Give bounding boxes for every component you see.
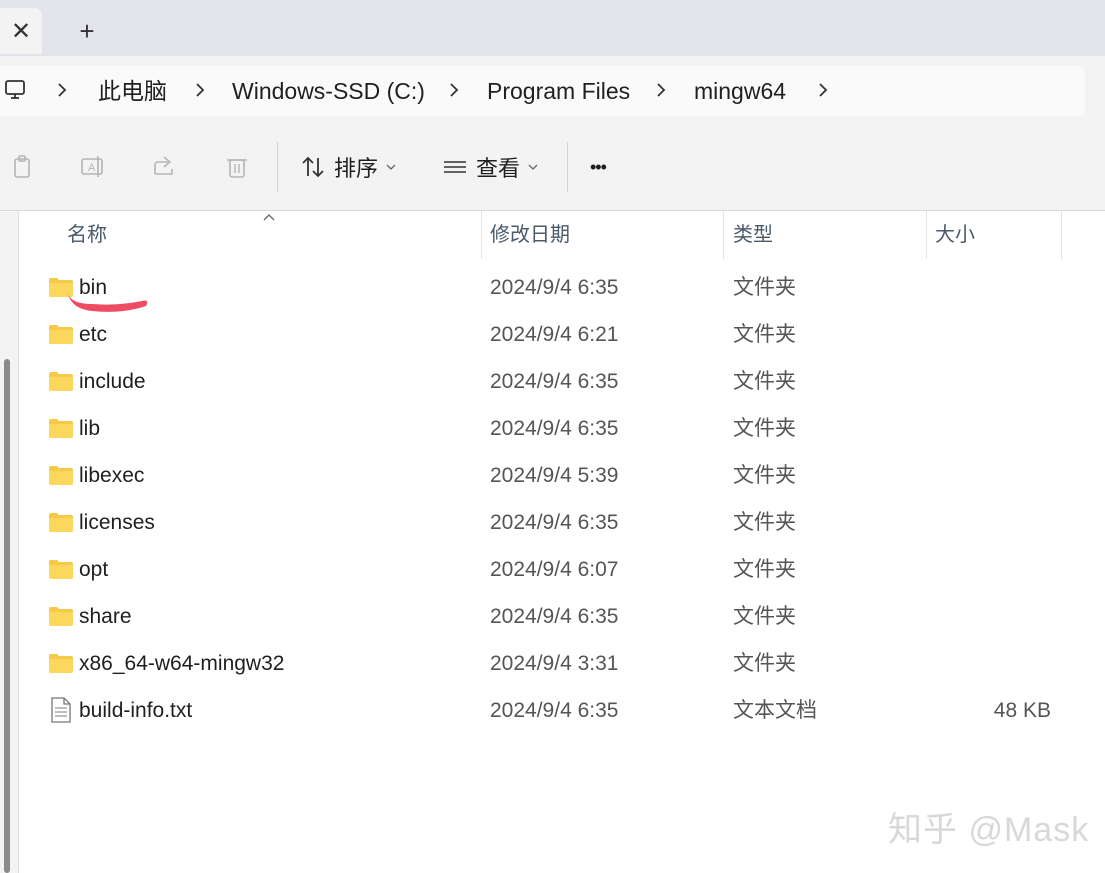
file-size: 48 KB bbox=[993, 699, 1051, 722]
computer-icon[interactable] bbox=[4, 78, 28, 102]
close-tab-button[interactable]: ✕ bbox=[0, 8, 42, 54]
file-name: share bbox=[79, 605, 132, 628]
file-name: build-info.txt bbox=[79, 699, 193, 722]
folder-icon bbox=[49, 560, 73, 579]
file-type: 文件夹 bbox=[733, 605, 796, 628]
list-item[interactable]: include 2024/9/4 6:35 文件夹 bbox=[18, 358, 1105, 405]
file-date: 2024/9/4 3:31 bbox=[490, 652, 619, 675]
file-date: 2024/9/4 6:35 bbox=[490, 417, 619, 440]
file-name: libexec bbox=[79, 464, 145, 487]
file-type: 文件夹 bbox=[733, 276, 796, 299]
sort-ascending-icon bbox=[263, 214, 275, 221]
list-item[interactable]: share 2024/9/4 6:35 文件夹 bbox=[18, 593, 1105, 640]
column-header-date[interactable]: 修改日期 bbox=[490, 211, 570, 259]
chevron-down-icon bbox=[528, 164, 538, 170]
file-type: 文件夹 bbox=[733, 558, 796, 581]
command-bar: A 排序 查看 ••• bbox=[0, 126, 1105, 211]
file-name: lib bbox=[79, 417, 101, 440]
file-type: 文件夹 bbox=[733, 652, 796, 675]
column-header-name[interactable]: 名称 bbox=[67, 211, 107, 259]
file-date: 2024/9/4 6:35 bbox=[490, 699, 619, 722]
share-icon[interactable] bbox=[152, 154, 178, 180]
delete-icon[interactable] bbox=[224, 154, 250, 180]
text-file-icon bbox=[51, 697, 71, 723]
list-item[interactable]: libexec 2024/9/4 5:39 文件夹 bbox=[18, 452, 1105, 499]
list-item[interactable]: x86_64-w64-mingw32 2024/9/4 3:31 文件夹 bbox=[18, 640, 1105, 687]
file-date: 2024/9/4 6:35 bbox=[490, 605, 619, 628]
paste-icon[interactable] bbox=[10, 154, 36, 180]
list-item[interactable]: lib 2024/9/4 6:35 文件夹 bbox=[18, 405, 1105, 452]
column-header-size[interactable]: 大小 bbox=[935, 211, 975, 259]
chevron-right-icon[interactable] bbox=[56, 82, 68, 98]
file-name: x86_64-w64-mingw32 bbox=[79, 652, 285, 675]
column-divider[interactable] bbox=[481, 211, 482, 259]
file-name: opt bbox=[79, 558, 109, 581]
file-type: 文件夹 bbox=[733, 464, 796, 487]
red-highlight-scribble bbox=[68, 294, 148, 312]
folder-icon bbox=[49, 513, 73, 532]
toolbar-divider bbox=[277, 142, 278, 192]
toolbar-divider bbox=[567, 142, 568, 192]
file-type: 文本文档 bbox=[733, 699, 817, 722]
column-divider[interactable] bbox=[926, 211, 927, 259]
address-bar: 此电脑 Windows-SSD (C:) Program Files mingw… bbox=[0, 56, 1105, 126]
breadcrumb-mingw64[interactable]: mingw64 bbox=[694, 66, 786, 116]
close-icon: ✕ bbox=[10, 17, 32, 45]
folder-icon bbox=[49, 466, 73, 485]
folder-icon bbox=[49, 607, 73, 626]
folder-icon bbox=[49, 325, 73, 344]
tab-strip: ✕ + bbox=[0, 0, 1105, 56]
chevron-right-icon[interactable] bbox=[448, 82, 460, 98]
file-name: licenses bbox=[79, 511, 155, 534]
file-name: include bbox=[79, 370, 146, 393]
rename-icon[interactable]: A bbox=[80, 154, 106, 180]
file-type: 文件夹 bbox=[733, 511, 796, 534]
file-list: 名称 修改日期 类型 大小 bin 2024/9/4 6:35 文件夹 etc … bbox=[0, 211, 1105, 873]
file-date: 2024/9/4 6:21 bbox=[490, 323, 619, 346]
file-type: 文件夹 bbox=[733, 417, 796, 440]
plus-icon: + bbox=[79, 15, 95, 46]
column-divider[interactable] bbox=[723, 211, 724, 259]
chevron-right-icon[interactable] bbox=[817, 82, 829, 98]
list-item[interactable]: opt 2024/9/4 6:07 文件夹 bbox=[18, 546, 1105, 593]
svg-text:A: A bbox=[88, 162, 96, 174]
breadcrumb-drive-c[interactable]: Windows-SSD (C:) bbox=[232, 66, 425, 116]
file-name: etc bbox=[79, 323, 108, 346]
new-tab-button[interactable]: + bbox=[64, 14, 110, 48]
chevron-down-icon bbox=[386, 164, 396, 170]
breadcrumb-program-files[interactable]: Program Files bbox=[487, 66, 630, 116]
chevron-right-icon[interactable] bbox=[194, 82, 206, 98]
sort-label: 排序 bbox=[334, 156, 379, 181]
breadcrumb-this-pc[interactable]: 此电脑 bbox=[98, 66, 167, 116]
view-button[interactable]: 查看 bbox=[442, 146, 538, 188]
list-item[interactable]: licenses 2024/9/4 6:35 文件夹 bbox=[18, 499, 1105, 546]
sort-button[interactable]: 排序 bbox=[300, 146, 396, 188]
column-header-type[interactable]: 类型 bbox=[733, 211, 773, 259]
column-divider[interactable] bbox=[1061, 211, 1062, 259]
folder-icon bbox=[49, 654, 73, 673]
more-icon: ••• bbox=[590, 156, 607, 177]
list-item[interactable]: build-info.txt 2024/9/4 6:35 文本文档 48 KB bbox=[18, 687, 1105, 734]
watermark: 知乎 @Mask bbox=[888, 811, 1090, 849]
file-date: 2024/9/4 5:39 bbox=[490, 464, 619, 487]
view-label: 查看 bbox=[476, 156, 521, 181]
folder-icon bbox=[49, 372, 73, 391]
sort-icon bbox=[302, 156, 324, 178]
file-date: 2024/9/4 6:35 bbox=[490, 370, 619, 393]
list-view-icon bbox=[444, 161, 466, 173]
list-item[interactable]: bin 2024/9/4 6:35 文件夹 bbox=[18, 264, 1105, 311]
folder-icon bbox=[49, 419, 73, 438]
scrollbar[interactable] bbox=[4, 359, 10, 873]
file-date: 2024/9/4 6:35 bbox=[490, 276, 619, 299]
file-type: 文件夹 bbox=[733, 323, 796, 346]
more-options-button[interactable]: ••• bbox=[590, 146, 607, 188]
breadcrumb[interactable]: 此电脑 Windows-SSD (C:) Program Files mingw… bbox=[0, 66, 1085, 116]
file-date: 2024/9/4 6:07 bbox=[490, 558, 619, 581]
list-item[interactable]: etc 2024/9/4 6:21 文件夹 bbox=[18, 311, 1105, 358]
file-type: 文件夹 bbox=[733, 370, 796, 393]
file-date: 2024/9/4 6:35 bbox=[490, 511, 619, 534]
chevron-right-icon[interactable] bbox=[655, 82, 667, 98]
